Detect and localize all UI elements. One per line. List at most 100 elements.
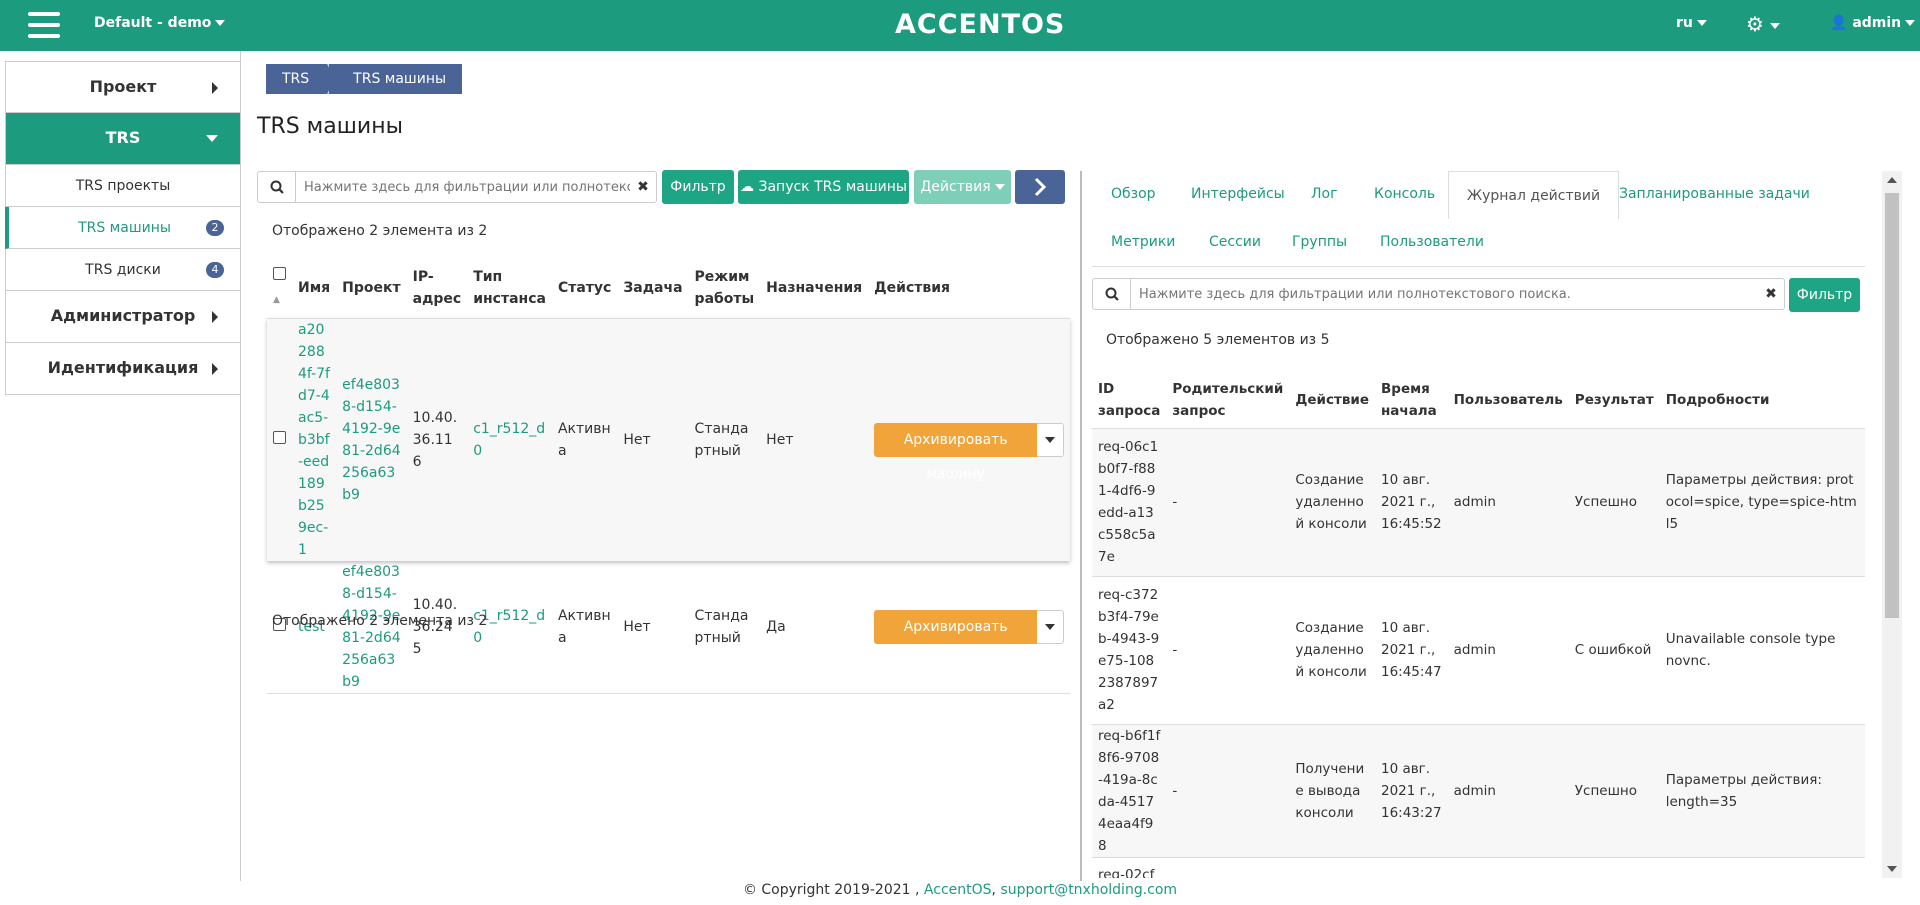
sidebar-item-trs-machines[interactable]: TRS машины 2 <box>5 207 241 249</box>
action-log-search: ✖ <box>1092 278 1785 310</box>
brand-link[interactable]: AccentOS <box>924 882 992 898</box>
ip-address: 10.40.36.116 <box>412 409 458 470</box>
col-project[interactable]: Проект <box>336 258 406 318</box>
sidebar-item-trs-disks[interactable]: TRS диски 4 <box>5 249 241 291</box>
search-input[interactable] <box>296 173 630 201</box>
chevron-right-icon <box>212 311 218 323</box>
archive-machine-button[interactable]: Архивировать машину <box>874 609 1038 669</box>
copyright-text: © Copyright 2019-2021 , <box>742 882 920 898</box>
mode: Стандартный <box>694 420 749 459</box>
sidebar-item-trs[interactable]: TRS <box>5 113 241 165</box>
details: Unavailable console type novnc. <box>1659 575 1865 724</box>
sidebar: Проект TRS TRS проекты TRS машины 2 TRS д… <box>5 61 241 395</box>
instance-type-link[interactable]: c1_r512_d0 <box>473 421 545 459</box>
chevron-down-icon <box>206 135 218 142</box>
table-row[interactable]: a202884f-7fd7-4ac5-b3bf-eed189b259ec-1 e… <box>267 318 1071 561</box>
count-badge: 4 <box>206 262 224 278</box>
theme-menu[interactable]: ⚙ <box>1746 12 1780 36</box>
tab-action-log[interactable]: Журнал действий <box>1448 171 1620 219</box>
tab-log[interactable]: Лог <box>1311 186 1337 202</box>
col-name[interactable]: Имя <box>292 258 336 318</box>
assignment: Нет <box>766 431 794 448</box>
col-ip[interactable]: IP-адрес <box>407 258 468 318</box>
row-actions-dropdown[interactable] <box>1037 609 1065 644</box>
sidebar-item-admin[interactable]: Администратор <box>5 291 241 343</box>
user: admin <box>1447 723 1569 857</box>
toggle-panel-button[interactable] <box>1015 170 1065 204</box>
chevron-down-icon <box>215 20 226 26</box>
col-details[interactable]: Подробности <box>1660 372 1865 428</box>
col-action[interactable]: Действие <box>1289 372 1375 428</box>
col-task[interactable]: Задача <box>617 258 688 318</box>
col-mode[interactable]: Режим работы <box>689 258 761 318</box>
panel-scrollbar[interactable] <box>1882 171 1902 878</box>
breadcrumb: TRS TRS машины <box>266 64 463 94</box>
sidebar-item-label: TRS диски <box>85 262 161 278</box>
user: admin <box>1447 575 1569 724</box>
row-actions-dropdown[interactable] <box>1037 422 1065 457</box>
gear-icon: ⚙ <box>1746 12 1764 36</box>
sidebar-item-label: Проект <box>89 77 157 96</box>
col-result[interactable]: Результат <box>1569 372 1660 428</box>
col-start-time[interactable]: Время начала <box>1375 372 1448 428</box>
assignment: Да <box>766 618 786 635</box>
footer-separator: , <box>991 882 996 898</box>
user-menu[interactable]: 👤 admin <box>1830 15 1916 31</box>
chevron-down-icon <box>1769 22 1780 29</box>
select-all-checkbox[interactable] <box>273 266 286 280</box>
chevron-right-icon <box>212 82 218 94</box>
sidebar-item-project[interactable]: Проект <box>5 61 241 113</box>
tab-overview[interactable]: Обзор <box>1111 186 1156 202</box>
filter-button[interactable]: Фильтр <box>662 170 734 204</box>
tab-users[interactable]: Пользователи <box>1380 234 1484 250</box>
project-selector[interactable]: Default - demo <box>94 15 226 31</box>
clear-icon[interactable]: ✖ <box>630 179 656 195</box>
item-count-bottom: Отображено 2 элемента из 2 <box>272 613 488 629</box>
table-row: req-c372b3f4-79eb-4943-9e75-1082387897a2… <box>1092 575 1865 724</box>
tab-metrics[interactable]: Метрики <box>1111 234 1175 250</box>
menu-icon[interactable] <box>28 12 60 38</box>
filter-button[interactable]: Фильтр <box>1789 278 1860 312</box>
project-link[interactable]: ef4e8038-d154-4192-9e81-2d64256a63b9 <box>342 377 400 503</box>
col-parent-request[interactable]: Родительский запрос <box>1166 372 1289 428</box>
table-header-row: ID запроса Родительский запрос Действие … <box>1092 372 1865 428</box>
row-checkbox[interactable] <box>273 430 286 444</box>
sort-icon[interactable]: ▲ <box>273 295 280 305</box>
col-type[interactable]: Тип инстанса <box>467 258 552 318</box>
request-id: req-06c1b0f7-f881-4df6-9edd-a13c558c5a7e <box>1092 427 1167 576</box>
search-icon[interactable] <box>258 172 296 202</box>
search-input[interactable] <box>1131 280 1758 308</box>
search-icon[interactable] <box>1093 279 1131 309</box>
col-request-id[interactable]: ID запроса <box>1092 372 1166 428</box>
launch-machine-button[interactable]: ☁ Запуск TRS машины <box>738 170 909 204</box>
machine-name-link[interactable]: a202884f-7fd7-4ac5-b3bf-eed189b259ec-1 <box>298 322 330 558</box>
support-email-link[interactable]: support@tnxholding.com <box>1000 882 1177 898</box>
sidebar-item-trs-projects[interactable]: TRS проекты <box>5 165 241 207</box>
status: Активна <box>557 607 611 646</box>
scroll-up-icon[interactable] <box>1887 177 1897 183</box>
tab-interfaces[interactable]: Интерфейсы <box>1191 186 1285 202</box>
tab-sessions[interactable]: Сессии <box>1209 234 1261 250</box>
breadcrumb-trs-machines[interactable]: TRS машины <box>327 64 463 94</box>
log-count: Отображено 5 элементов из 5 <box>1106 332 1330 348</box>
tab-scheduled-tasks[interactable]: Запланированные задачи <box>1619 186 1810 202</box>
archive-machine-button[interactable]: Архивировать машину <box>874 422 1038 482</box>
table-row: req-b6f1f8f6-9708-419a-8cda-45174eaa4f98… <box>1092 723 1865 857</box>
scroll-down-icon[interactable] <box>1887 866 1897 872</box>
actions-dropdown[interactable]: Действия <box>914 170 1011 204</box>
col-assign[interactable]: Назначения <box>760 258 868 318</box>
tab-console[interactable]: Консоль <box>1374 186 1435 202</box>
table-row: req-06c1b0f7-f881-4df6-9edd-a13c558c5a7e… <box>1092 427 1865 576</box>
scroll-thumb[interactable] <box>1885 193 1899 618</box>
sidebar-item-identity[interactable]: Идентификация <box>5 343 241 395</box>
chevron-down-icon <box>994 184 1005 190</box>
clear-icon[interactable]: ✖ <box>1758 286 1784 302</box>
tab-groups[interactable]: Группы <box>1292 234 1347 250</box>
col-actions: Действия <box>874 279 951 296</box>
breadcrumb-trs[interactable]: TRS <box>266 64 336 94</box>
chevron-right-icon <box>212 363 218 375</box>
language-selector[interactable]: ru <box>1676 15 1707 31</box>
col-status[interactable]: Статус <box>552 258 617 318</box>
user-name: admin <box>1852 15 1902 31</box>
col-user[interactable]: Пользователь <box>1448 372 1569 428</box>
